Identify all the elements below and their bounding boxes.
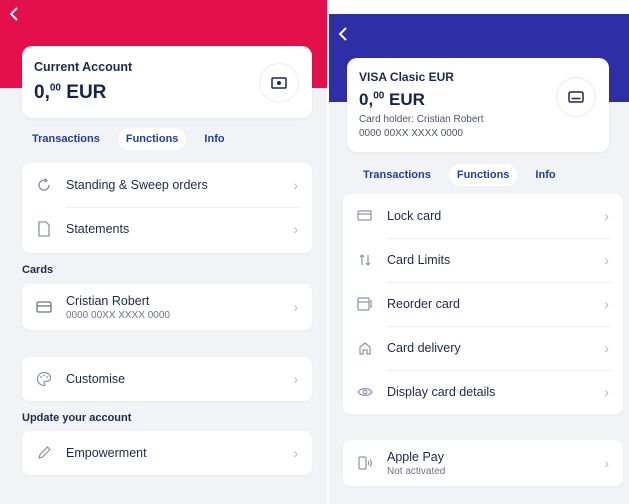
menu-item-label: Standing & Sweep orders bbox=[66, 178, 208, 192]
chevron-right-icon: › bbox=[604, 208, 609, 224]
card-number: 0000 00XX XXXX 0000 bbox=[359, 128, 463, 139]
menu-item-display-card-details[interactable]: Display card details › bbox=[343, 370, 623, 414]
menu-item-label: Display card details bbox=[387, 385, 496, 399]
tabs: Transactions Functions Info bbox=[24, 128, 233, 150]
apple-pay-text: Apple Pay Not activated bbox=[387, 450, 445, 477]
menu-item-label: Lock card bbox=[387, 209, 442, 223]
card-item[interactable]: Cristian Robert 0000 00XX XXXX 0000 › bbox=[22, 284, 312, 330]
tab-functions[interactable]: Functions bbox=[117, 128, 187, 150]
tab-info[interactable]: Info bbox=[527, 164, 563, 186]
card-title: VISA Clasic EUR bbox=[359, 70, 454, 84]
palette-icon bbox=[22, 371, 66, 387]
menu-item-lock-card[interactable]: Lock card › bbox=[343, 194, 623, 238]
chevron-right-icon: › bbox=[604, 455, 609, 471]
card-holder: Card holder: Cristian Robert bbox=[359, 114, 484, 125]
chevron-right-icon: › bbox=[293, 371, 298, 387]
update-group: Empowerment › bbox=[22, 431, 312, 475]
menu-item-label: Card Limits bbox=[387, 253, 451, 267]
apple-pay-group: Apple Pay Not activated › bbox=[343, 440, 623, 486]
account-summary-card: Current Account 0,00 EUR bbox=[22, 46, 312, 118]
card-summary: VISA Clasic EUR 0,00 EUR Card holder: Cr… bbox=[347, 58, 609, 152]
home-icon bbox=[343, 341, 387, 355]
menu-item-apple-pay[interactable]: Apple Pay Not activated › bbox=[343, 440, 623, 486]
menu-item-label: Customise bbox=[66, 372, 126, 386]
menu-item-label: Statements bbox=[66, 222, 130, 236]
card-text: Cristian Robert 0000 00XX XXXX 0000 bbox=[66, 294, 170, 321]
banknote-icon[interactable] bbox=[260, 64, 298, 102]
menu-item-reorder-card[interactable]: Reorder card › bbox=[343, 282, 623, 326]
chevron-right-icon: › bbox=[293, 299, 298, 315]
chevron-right-icon: › bbox=[604, 340, 609, 356]
contactless-phone-icon bbox=[343, 455, 387, 471]
visa-card-screen: VISA Clasic EUR 0,00 EUR Card holder: Cr… bbox=[329, 14, 629, 504]
card-icon[interactable] bbox=[557, 78, 595, 116]
chevron-right-icon: › bbox=[293, 445, 298, 461]
menu-item-label: Reorder card bbox=[387, 297, 460, 311]
apple-pay-status: Not activated bbox=[387, 465, 446, 477]
menu-item-customise[interactable]: Customise › bbox=[22, 357, 312, 401]
menu-item-card-delivery[interactable]: Card delivery › bbox=[343, 326, 623, 370]
cards-section-title: Cards bbox=[22, 264, 54, 276]
eye-icon bbox=[343, 387, 387, 397]
chevron-right-icon: › bbox=[604, 296, 609, 312]
account-balance: 0,00 EUR bbox=[34, 82, 107, 103]
tabs: Transactions Functions Info bbox=[355, 164, 564, 186]
chevron-left-icon bbox=[9, 7, 18, 21]
card-balance: 0,00 EUR bbox=[359, 90, 425, 109]
tab-transactions[interactable]: Transactions bbox=[24, 128, 108, 150]
tab-functions[interactable]: Functions bbox=[448, 164, 518, 186]
chevron-right-icon: › bbox=[604, 384, 609, 400]
menu-item-label: Card delivery bbox=[387, 341, 461, 355]
back-button[interactable] bbox=[8, 6, 20, 22]
account-title: Current Account bbox=[34, 60, 133, 74]
arrows-up-down-icon bbox=[343, 253, 387, 267]
update-section-title: Update your account bbox=[22, 412, 132, 424]
current-account-screen: Current Account 0,00 EUR Transactions Fu… bbox=[0, 0, 327, 504]
menu-item-card-limits[interactable]: Card Limits › bbox=[343, 238, 623, 282]
chevron-right-icon: › bbox=[604, 252, 609, 268]
lock-card-icon bbox=[343, 210, 387, 222]
document-icon bbox=[22, 221, 66, 237]
menu-item-standing-orders[interactable]: Standing & Sweep orders › bbox=[22, 163, 312, 207]
pencil-icon bbox=[22, 445, 66, 461]
chevron-right-icon: › bbox=[293, 221, 298, 237]
reorder-card-icon bbox=[343, 297, 387, 311]
tab-info[interactable]: Info bbox=[196, 128, 232, 150]
functions-group: Standing & Sweep orders › Statements › bbox=[22, 163, 312, 253]
tab-transactions[interactable]: Transactions bbox=[355, 164, 439, 186]
customise-group: Customise › bbox=[22, 357, 312, 401]
card-number: 0000 00XX XXXX 0000 bbox=[66, 309, 170, 321]
menu-item-statements[interactable]: Statements › bbox=[22, 207, 312, 251]
apple-pay-label: Apple Pay bbox=[387, 449, 444, 464]
credit-card-icon bbox=[22, 301, 66, 313]
menu-item-label: Empowerment bbox=[66, 446, 147, 460]
chevron-right-icon: › bbox=[293, 177, 298, 193]
refresh-icon bbox=[22, 177, 66, 193]
cards-group: Cristian Robert 0000 00XX XXXX 0000 › bbox=[22, 284, 312, 330]
back-button[interactable] bbox=[337, 26, 349, 42]
card-functions-group: Lock card › Card Limits › Reorder card ›… bbox=[343, 194, 623, 414]
menu-item-empowerment[interactable]: Empowerment › bbox=[22, 431, 312, 475]
card-holder-name: Cristian Robert bbox=[66, 293, 150, 308]
chevron-left-icon bbox=[338, 27, 347, 41]
